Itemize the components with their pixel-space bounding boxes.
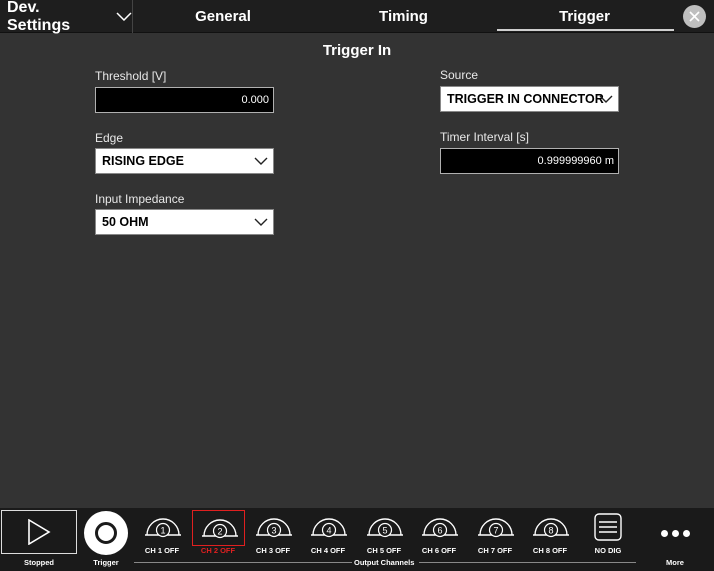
digital-icon	[594, 513, 622, 541]
trigger-label: Trigger	[93, 558, 119, 567]
panel-title: Trigger In	[322, 42, 392, 59]
channel-icon: 6	[422, 518, 458, 538]
chevron-down-icon	[116, 12, 132, 21]
channel-8-label: CH 8 OFF	[532, 546, 568, 555]
run-stop-button[interactable]	[1, 510, 77, 554]
channel-number: 6	[437, 526, 442, 536]
channel-7-label: CH 7 OFF	[477, 546, 513, 555]
channel-number: 2	[217, 527, 222, 537]
chevron-down-icon	[254, 218, 268, 226]
tab-timing[interactable]: Timing	[312, 0, 495, 33]
channel-1-label: CH 1 OFF	[144, 546, 180, 555]
channel-number: 1	[160, 526, 165, 536]
tab-trigger[interactable]: Trigger	[495, 0, 674, 33]
output-channels-label: Output Channels	[354, 558, 415, 567]
channel-number: 8	[548, 526, 553, 536]
tab-general[interactable]: General	[134, 0, 312, 33]
chevron-down-icon	[254, 157, 268, 165]
channel-icon: 7	[478, 518, 514, 538]
source-label: Source	[440, 68, 479, 82]
impedance-label: Input Impedance	[95, 192, 185, 206]
edge-value: RISING EDGE	[102, 154, 184, 168]
more-icon-dot	[682, 529, 690, 537]
more-icon-dot	[671, 529, 679, 537]
threshold-input[interactable]: 0.000	[95, 87, 274, 113]
more-icon	[660, 529, 668, 537]
channel-6-label: CH 6 OFF	[421, 546, 457, 555]
channel-icon: 2	[202, 519, 238, 539]
play-icon	[28, 519, 51, 545]
edge-label: Edge	[95, 131, 124, 145]
dev-settings-dropdown[interactable]: Dev. Settings	[0, 0, 133, 34]
channel-2-button[interactable]: 2	[192, 510, 245, 546]
top-bar: Dev. Settings General Timing Trigger	[0, 0, 714, 34]
impedance-select[interactable]: 50 OHM	[95, 209, 274, 235]
trigger-icon	[95, 522, 117, 544]
group-divider-left	[134, 562, 352, 563]
source-value: TRIGGER IN CONNECTOR	[447, 92, 604, 106]
digital-label: NO DIG	[594, 546, 622, 555]
group-divider-right	[419, 562, 636, 563]
channel-number: 5	[382, 526, 387, 536]
more-button[interactable]	[655, 523, 695, 543]
source-select[interactable]: TRIGGER IN CONNECTOR	[440, 86, 619, 112]
close-button[interactable]	[683, 5, 706, 28]
trigger-button[interactable]	[84, 511, 128, 555]
channel-4-label: CH 4 OFF	[310, 546, 346, 555]
channel-5-label: CH 5 OFF	[366, 546, 402, 555]
channel-icon: 4	[311, 518, 347, 538]
impedance-value: 50 OHM	[102, 215, 149, 229]
channel-2-label: CH 2 OFF	[200, 546, 236, 555]
channel-number: 4	[326, 526, 331, 536]
timer-label: Timer Interval [s]	[440, 130, 529, 144]
channel-number: 3	[271, 526, 276, 536]
edge-select[interactable]: RISING EDGE	[95, 148, 274, 174]
channel-number: 7	[493, 526, 498, 536]
stopped-label: Stopped	[24, 558, 54, 567]
timer-input[interactable]: 0.999999960 m	[440, 148, 619, 174]
chevron-down-icon	[599, 95, 613, 103]
channel-icon: 8	[533, 518, 569, 538]
threshold-label: Threshold [V]	[95, 69, 167, 83]
channel-icon: 5	[367, 518, 403, 538]
more-label: More	[666, 558, 684, 567]
channel-icon: 1	[145, 518, 181, 538]
close-icon	[689, 11, 700, 22]
dev-settings-label: Dev. Settings	[7, 0, 71, 34]
channel-icon: 3	[256, 518, 292, 538]
channel-3-label: CH 3 OFF	[255, 546, 291, 555]
